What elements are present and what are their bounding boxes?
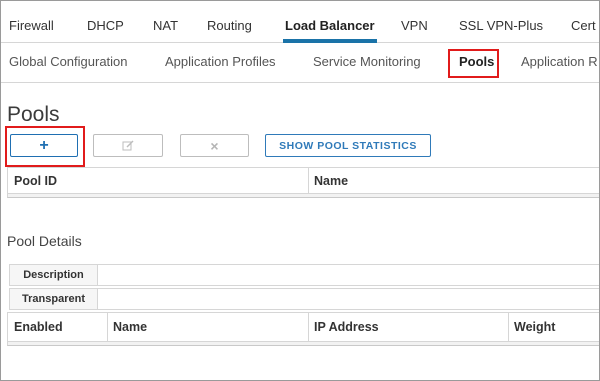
transparent-label: Transparent bbox=[10, 289, 98, 309]
column-header-pool-id[interactable]: Pool ID bbox=[8, 168, 57, 193]
show-pool-statistics-button[interactable]: SHOW POOL STATISTICS bbox=[265, 134, 431, 157]
delete-button[interactable]: × bbox=[180, 134, 249, 157]
app-window: Firewall DHCP NAT Routing Load Balancer … bbox=[0, 0, 600, 381]
edit-button[interactable] bbox=[93, 134, 163, 157]
close-icon: × bbox=[210, 137, 219, 154]
pool-details-title: Pool Details bbox=[7, 233, 82, 249]
members-table-header: Enabled Name IP Address Weight bbox=[7, 312, 599, 342]
tab-global-configuration[interactable]: Global Configuration bbox=[9, 54, 128, 69]
edit-icon bbox=[122, 140, 134, 150]
tab-application-profiles[interactable]: Application Profiles bbox=[165, 54, 276, 69]
column-header-member-name[interactable]: Name bbox=[107, 313, 147, 341]
column-header-ip-address[interactable]: IP Address bbox=[308, 313, 379, 341]
description-row: Description bbox=[9, 264, 599, 286]
add-button-highlight bbox=[5, 126, 85, 167]
tab-firewall[interactable]: Firewall bbox=[9, 18, 54, 33]
tab-application-rules[interactable]: Application R bbox=[521, 54, 598, 69]
pools-table-header: Pool ID Name bbox=[7, 167, 599, 194]
top-tab-bar: Firewall DHCP NAT Routing Load Balancer … bbox=[1, 1, 599, 43]
column-header-name[interactable]: Name bbox=[308, 168, 348, 193]
column-header-enabled[interactable]: Enabled bbox=[8, 313, 63, 341]
tab-vpn[interactable]: VPN bbox=[401, 18, 428, 33]
transparent-row: Transparent bbox=[9, 288, 599, 310]
description-label: Description bbox=[10, 265, 98, 285]
tab-dhcp[interactable]: DHCP bbox=[87, 18, 124, 33]
tab-load-balancer[interactable]: Load Balancer bbox=[285, 18, 375, 33]
pools-table-body bbox=[7, 194, 599, 198]
sub-tab-bar: Global Configuration Application Profile… bbox=[1, 43, 599, 83]
column-header-weight[interactable]: Weight bbox=[508, 313, 555, 341]
tab-routing[interactable]: Routing bbox=[207, 18, 252, 33]
tab-service-monitoring[interactable]: Service Monitoring bbox=[313, 54, 421, 69]
tab-cert[interactable]: Cert bbox=[571, 18, 596, 33]
tab-ssl-vpn-plus[interactable]: SSL VPN-Plus bbox=[459, 18, 543, 33]
pools-tab-highlight bbox=[448, 49, 499, 78]
members-table-body bbox=[7, 342, 599, 346]
page-title: Pools bbox=[7, 103, 60, 126]
tab-nat[interactable]: NAT bbox=[153, 18, 178, 33]
